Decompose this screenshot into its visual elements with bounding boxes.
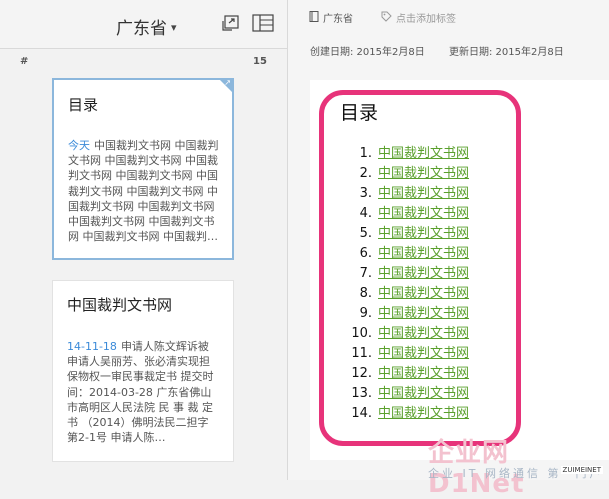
toc-link[interactable]: 中国裁判文书网 — [378, 144, 469, 164]
add-tag-field[interactable]: 点击添加标签 — [381, 10, 456, 25]
toc-number: 11. — [351, 346, 372, 361]
note-card-date: 今天 — [68, 139, 90, 152]
arrow-up-icon: ↗ — [224, 78, 231, 87]
share-icon[interactable] — [221, 14, 241, 32]
toc-number: 14. — [351, 406, 372, 421]
toc-link[interactable]: 中国裁判文书网 — [378, 384, 469, 404]
toc-number: 8. — [359, 286, 372, 301]
toc-item: 14. 中国裁判文书网 — [338, 404, 469, 424]
notebook-tag-label: 广东省 — [323, 14, 353, 25]
toc-number: 7. — [359, 266, 372, 281]
add-tag-placeholder: 点击添加标签 — [396, 14, 456, 25]
note-view-panel: 广东省 点击添加标签 创建日期: 2015年2月8日 更新日期: 2015年2月… — [288, 0, 609, 480]
toc-link[interactable]: 中国裁判文书网 — [378, 364, 469, 384]
toc-item: 5. 中国裁判文书网 — [338, 224, 469, 244]
chevron-down-icon: ▾ — [171, 21, 177, 34]
notebook-name: 广东省 — [116, 19, 167, 39]
toc-item: 13. 中国裁判文书网 — [338, 384, 469, 404]
toc-item: 10. 中国裁判文书网 — [338, 324, 469, 344]
tag-icon — [381, 11, 392, 25]
note-list-panel: 广东省 ▾ # 15 ↗ 目录 今天 中国裁判文书网 中国裁判文书网 中国裁判文… — [0, 0, 288, 480]
note-card-snippet: 今天 中国裁判文书网 中国裁判文书网 中国裁判文书网 中国裁判文书网 中国裁判文书… — [68, 138, 220, 244]
toc-link[interactable]: 中国裁判文书网 — [378, 264, 469, 284]
toc-link[interactable]: 中国裁判文书网 — [378, 184, 469, 204]
note-card-snippet: 14-11-18 申请人陈文辉诉被申请人吴丽芳、张必清实现担保物权一审民事裁定书 … — [67, 339, 219, 445]
toc-list: 1. 中国裁判文书网 2. 中国裁判文书网 3. 中国裁判文书网 4. 中国裁判文书网 5. 中国… — [338, 144, 469, 424]
note-card-title: 中国裁判文书网 — [67, 296, 173, 314]
note-card-text: 中国裁判文书网 中国裁判文书网 中国裁判文书网 中国裁判文书网 中国裁判文书网 … — [68, 139, 219, 244]
note-card[interactable]: 中国裁判文书网 14-11-18 申请人陈文辉诉被申请人吴丽芳、张必清实现担保物权… — [52, 280, 234, 462]
created-date: 创建日期: 2015年2月8日 — [310, 47, 425, 58]
toc-link[interactable]: 中国裁判文书网 — [378, 244, 469, 264]
toc-item: 4. 中国裁判文书网 — [338, 204, 469, 224]
section-header: # 15 — [0, 56, 287, 70]
toc-number: 12. — [351, 366, 372, 381]
toc-number: 1. — [359, 146, 372, 161]
toc-item: 7. 中国裁判文书网 — [338, 264, 469, 284]
toc-link[interactable]: 中国裁判文书网 — [378, 164, 469, 184]
toc-number: 9. — [359, 306, 372, 321]
note-list-header: 广东省 ▾ — [0, 0, 287, 49]
toc-number: 3. — [359, 186, 372, 201]
note-toolbar: 广东省 点击添加标签 — [288, 0, 609, 32]
toc-item: 2. 中国裁判文书网 — [338, 164, 469, 184]
toc-item: 6. 中国裁判文书网 — [338, 244, 469, 264]
toc-link[interactable]: 中国裁判文书网 — [378, 284, 469, 304]
toc-item: 11. 中国裁判文书网 — [338, 344, 469, 364]
toc-item: 9. 中国裁判文书网 — [338, 304, 469, 324]
toc-item: 8. 中国裁判文书网 — [338, 284, 469, 304]
toc-number: 2. — [359, 166, 372, 181]
toc-link[interactable]: 中国裁判文书网 — [378, 204, 469, 224]
updated-date: 更新日期: 2015年2月8日 — [449, 47, 564, 58]
notebook-icon — [309, 10, 319, 25]
note-editor[interactable]: 目录 1. 中国裁判文书网 2. 中国裁判文书网 3. 中国裁判文书网 4. 中国裁判文书网 5… — [310, 80, 609, 460]
toc-number: 5. — [359, 226, 372, 241]
toc-item: 12. 中国裁判文书网 — [338, 364, 469, 384]
note-count: 15 — [253, 56, 267, 67]
note-card-text: 申请人陈文辉诉被申请人吴丽芳、张必清实现担保物权一审民事裁定书 提交时间：201… — [67, 340, 214, 445]
toc-number: 4. — [359, 206, 372, 221]
toc-link[interactable]: 中国裁判文书网 — [378, 224, 469, 244]
note-card-selected[interactable]: ↗ 目录 今天 中国裁判文书网 中国裁判文书网 中国裁判文书网 中国裁判文书网 中… — [52, 78, 234, 260]
toc-item: 1. 中国裁判文书网 — [338, 144, 469, 164]
notebook-tag[interactable]: 广东省 — [309, 10, 353, 25]
toc-link[interactable]: 中国裁判文书网 — [378, 324, 469, 344]
toc-link[interactable]: 中国裁判文书网 — [378, 344, 469, 364]
section-letter: # — [20, 56, 29, 67]
toc-item: 3. 中国裁判文书网 — [338, 184, 469, 204]
note-card-title: 目录 — [68, 96, 99, 114]
grid-view-icon[interactable] — [252, 14, 274, 32]
toc-number: 13. — [351, 386, 372, 401]
toc-number: 6. — [359, 246, 372, 261]
note-card-date: 14-11-18 — [67, 340, 117, 353]
toc-number: 10. — [351, 326, 372, 341]
notebook-selector[interactable]: 广东省 ▾ — [116, 14, 177, 39]
note-title: 目录 — [340, 102, 379, 124]
toc-link[interactable]: 中国裁判文书网 — [378, 404, 469, 424]
toc-link[interactable]: 中国裁判文书网 — [378, 304, 469, 324]
